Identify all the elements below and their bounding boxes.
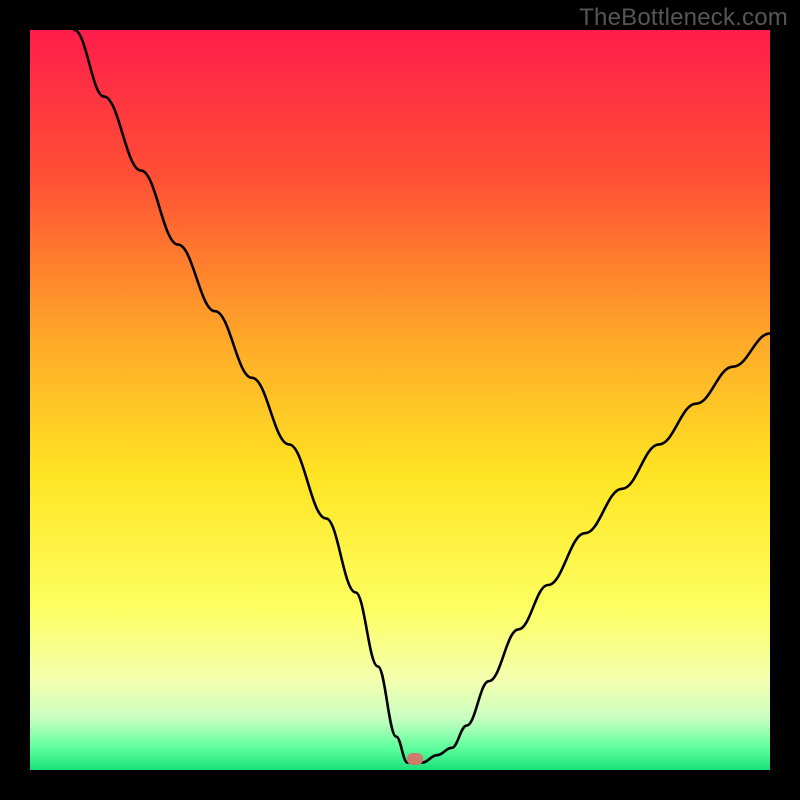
watermark-text: TheBottleneck.com — [579, 4, 788, 32]
chart-stage: TheBottleneck.com — [0, 0, 800, 800]
gradient-background — [30, 30, 770, 770]
plot-area — [30, 30, 770, 770]
optimal-point-marker — [407, 753, 423, 765]
